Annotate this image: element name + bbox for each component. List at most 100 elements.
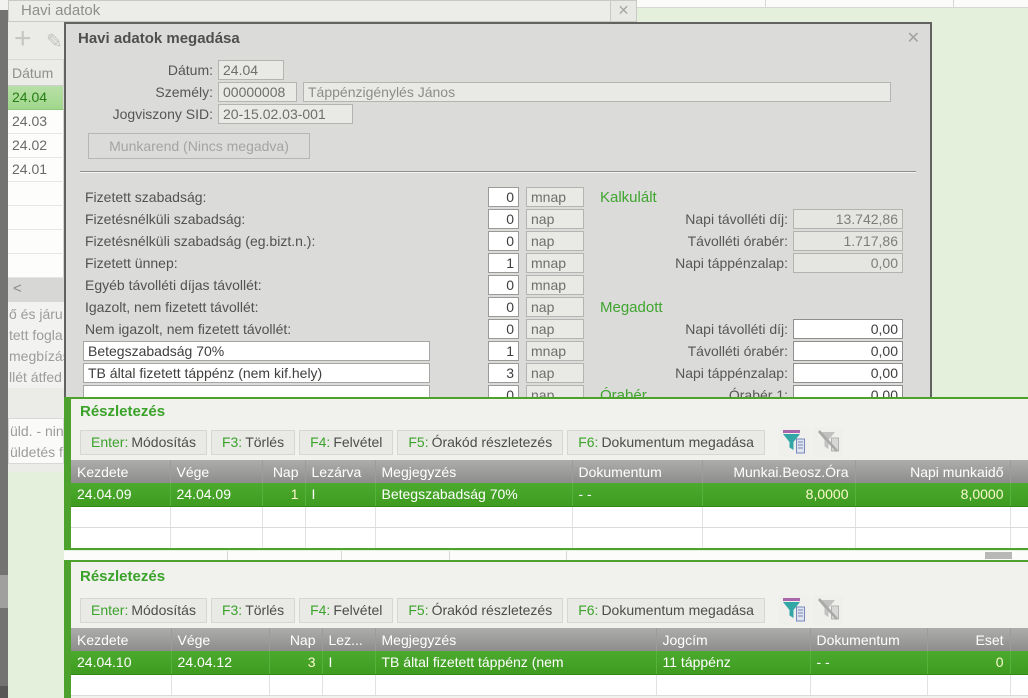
cell-dokumentum: - -: [810, 651, 928, 675]
megadott-value-input[interactable]: [793, 363, 903, 383]
absence-days-input[interactable]: [488, 297, 519, 317]
col-vege[interactable]: Vége: [171, 628, 270, 651]
absence-type-input[interactable]: [83, 341, 430, 361]
col-munkai-beosz-ora[interactable]: Munkai.Beosz.Óra: [702, 460, 856, 483]
absence-unit-field[interactable]: [526, 363, 584, 383]
col-kezdete[interactable]: Kezdete: [71, 460, 171, 483]
collapse-chevron-icon[interactable]: <: [8, 278, 64, 302]
modify-button[interactable]: Enter: Módosítás: [80, 597, 207, 623]
absence-unit-field[interactable]: [526, 231, 584, 251]
scrollbar-thumb[interactable]: [985, 552, 1012, 559]
modify-button[interactable]: Enter: Módosítás: [80, 429, 207, 455]
date-row[interactable]: 24.01: [8, 158, 64, 182]
jogviszony-sid-field[interactable]: [218, 104, 353, 124]
absence-label: Fizetett szabadság:: [85, 189, 207, 205]
absence-days-input[interactable]: [488, 363, 519, 383]
megadott-value-input[interactable]: [793, 319, 903, 339]
absence-unit-field[interactable]: [526, 275, 584, 295]
absence-row: Fizetett ünnep: Napi táppénzalap:: [66, 253, 930, 275]
absence-days-input[interactable]: [488, 275, 519, 295]
col-lezarva[interactable]: Lez...: [322, 628, 376, 651]
dialog-title: Havi adatok megadása: [78, 30, 240, 47]
shortcut-key: F6:: [578, 433, 599, 450]
col-megjegyzes[interactable]: Megjegyzés: [375, 628, 657, 651]
divider: [566, 551, 567, 560]
absence-detail-table: Kezdete Vége Nap Lezárva Megjegyzés Doku…: [71, 460, 1028, 548]
col-jogcim[interactable]: Jogcím: [656, 628, 811, 651]
szemely-name-field[interactable]: [303, 82, 891, 102]
munkarend-button[interactable]: Munkarend (Nincs megadva): [88, 133, 310, 159]
col-megjegyzes[interactable]: Megjegyzés: [375, 460, 573, 483]
date-row-selected[interactable]: 24.04: [8, 86, 64, 110]
table-row-selected[interactable]: 24.04.10 24.04.12 3 I TB által fizetett …: [71, 651, 1028, 675]
col-dokumentum[interactable]: Dokumentum: [572, 460, 703, 483]
hourcode-detail-button[interactable]: F5: Órakód részletezés: [397, 597, 564, 623]
add-button[interactable]: F4: Felvétel: [299, 597, 394, 623]
absence-type-input[interactable]: [83, 363, 430, 383]
kalkulalt-row-label: Távolléti órabér:: [687, 233, 788, 249]
background-table-strip: [637, 0, 1028, 8]
edit-pencil-icon[interactable]: ✎: [46, 29, 63, 54]
button-label: Módosítás: [131, 601, 196, 618]
col-napi-munkaido[interactable]: Napi munkaidő: [855, 460, 1011, 483]
delete-button[interactable]: F3: Törlés: [210, 597, 296, 623]
date-row-empty[interactable]: [8, 206, 64, 230]
table-row-empty[interactable]: [71, 527, 1028, 548]
absence-days-input[interactable]: [488, 209, 519, 229]
filter-clear-icon: [812, 427, 843, 457]
absence-unit-field[interactable]: [526, 297, 584, 317]
col-vege[interactable]: Vége: [170, 460, 263, 483]
absence-unit-field[interactable]: [526, 187, 584, 207]
scrollbar-thumb[interactable]: [0, 575, 8, 608]
delete-button[interactable]: F3: Törlés: [210, 429, 296, 455]
add-button[interactable]: F4: Felvétel: [299, 429, 394, 455]
col-dokumentum[interactable]: Dokumentum: [810, 628, 928, 651]
szemely-id-field[interactable]: [218, 82, 297, 102]
left-scrollbar-rail[interactable]: [0, 0, 8, 698]
absence-unit-field[interactable]: [526, 253, 584, 273]
absence-days-input[interactable]: [488, 231, 519, 251]
absence-days-input[interactable]: [488, 253, 519, 273]
filter-icon[interactable]: [778, 595, 809, 625]
absence-days-input[interactable]: [488, 341, 519, 361]
table-row-selected[interactable]: 24.04.09 24.04.09 1 I Betegszabadság 70%…: [71, 483, 1028, 507]
close-icon[interactable]: ✕: [907, 28, 920, 48]
add-icon[interactable]: +: [14, 22, 32, 56]
date-row-empty[interactable]: [8, 254, 64, 278]
absence-unit-field[interactable]: [526, 341, 584, 361]
document-button[interactable]: F6: Dokumentum megadása: [567, 597, 765, 623]
horizontal-scrollbar[interactable]: [64, 551, 1028, 560]
col-nap[interactable]: Nap: [269, 628, 323, 651]
document-button[interactable]: F6: Dokumentum megadása: [567, 429, 765, 455]
absence-days-input[interactable]: [488, 319, 519, 339]
col-kezdete[interactable]: Kezdete: [71, 628, 172, 651]
col-eset[interactable]: Eset: [927, 628, 1011, 651]
clipped-panel-text: üld. - nin üldetés f: [8, 418, 64, 464]
megadott-row-label: Napi táppénzalap:: [675, 365, 788, 381]
col-nap[interactable]: Nap: [262, 460, 306, 483]
table-row-empty[interactable]: [71, 674, 1028, 696]
clipped-text-line: megbízás: [9, 348, 64, 364]
absence-label: Egyéb távolléti díjas távollét:: [85, 277, 262, 293]
filter-icon[interactable]: [778, 427, 809, 457]
absence-unit-field[interactable]: [526, 319, 584, 339]
cell-filler: [1010, 483, 1028, 507]
col-lezarva[interactable]: Lezárva: [305, 460, 376, 483]
table-row-empty[interactable]: [71, 506, 1028, 528]
date-row[interactable]: 24.02: [8, 134, 64, 158]
date-row-empty[interactable]: [8, 230, 64, 254]
absence-label: Nem igazolt, nem fizetett távollét:: [85, 321, 292, 337]
hourcode-detail-button[interactable]: F5: Órakód részletezés: [397, 429, 564, 455]
close-icon[interactable]: ✕: [610, 1, 636, 21]
datum-field[interactable]: [218, 60, 284, 80]
absence-unit-field[interactable]: [526, 209, 584, 229]
background-window-titlebar: Havi adatok ✕: [8, 0, 637, 22]
background-window-title: Havi adatok: [21, 2, 101, 19]
megadott-value-input[interactable]: [793, 341, 903, 361]
date-row[interactable]: 24.03: [8, 110, 64, 134]
date-row-empty[interactable]: [8, 182, 64, 206]
kalkulalt-row-label: Napi távolléti díj:: [685, 211, 788, 227]
column-divider: [765, 0, 766, 8]
filter-clear-icon: [812, 595, 843, 625]
absence-days-input[interactable]: [488, 187, 519, 207]
